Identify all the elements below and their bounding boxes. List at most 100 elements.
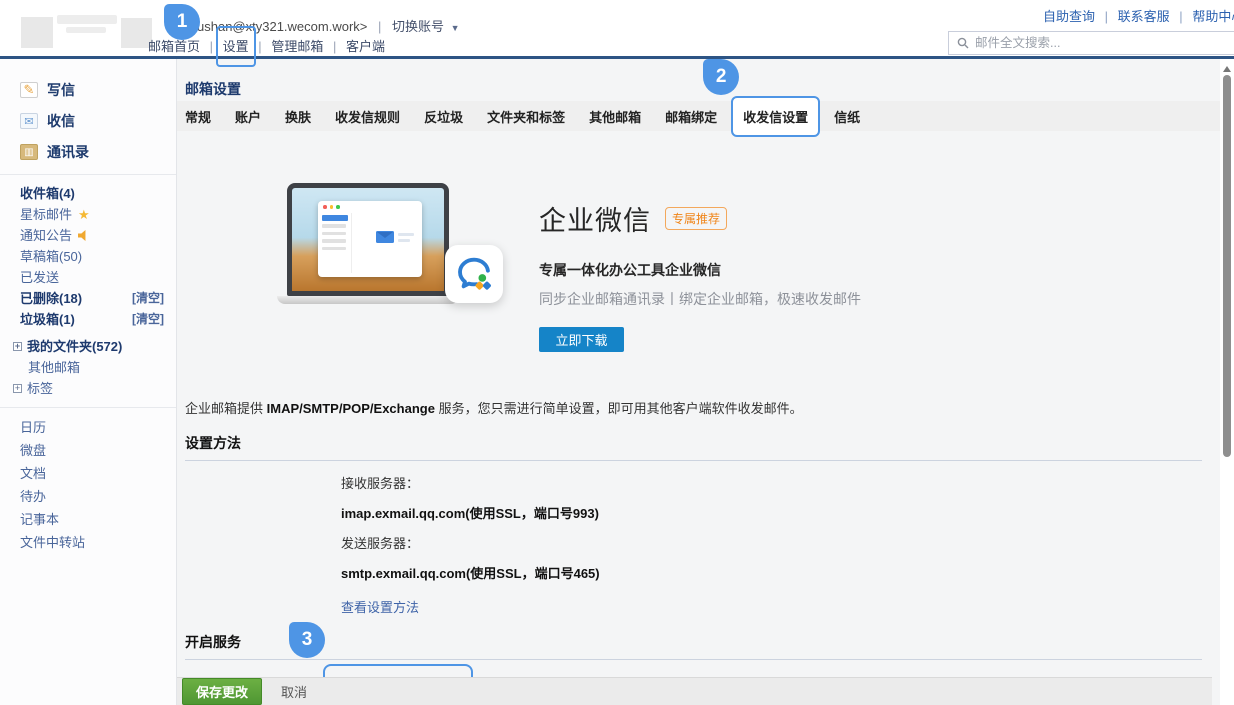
download-button[interactable]: 立即下载 — [539, 327, 624, 352]
nav-client[interactable]: 客户端 — [346, 39, 385, 54]
tab-mailbox-binding[interactable]: 邮箱绑定 — [665, 107, 717, 126]
main-panel: 邮箱设置 常规 账户 换肤 收发信规则 反垃圾 文件夹和标签 其他邮箱 邮箱绑定… — [177, 59, 1220, 705]
tab-folders-tags[interactable]: 文件夹和标签 — [487, 107, 565, 126]
separator: | — [1179, 9, 1182, 24]
tab-stationery[interactable]: 信纸 — [834, 107, 860, 126]
empty-spam-link[interactable]: [清空] — [132, 312, 164, 327]
save-button[interactable]: 保存更改 — [182, 678, 262, 705]
wecom-promo: 企业微信 专属推荐 专属一体化办公工具企业微信 同步企业邮箱通讯录丨绑定企业邮箱… — [277, 183, 1220, 352]
folder-sent[interactable]: 已发送 — [0, 267, 176, 288]
empty-deleted-link[interactable]: [清空] — [132, 291, 164, 306]
tab-send-receive-settings[interactable]: 收发信设置 2 — [731, 96, 820, 137]
settings-tabbar: 常规 账户 换肤 收发信规则 反垃圾 文件夹和标签 其他邮箱 邮箱绑定 收发信设… — [177, 101, 1220, 131]
sidebar-divider — [0, 174, 176, 175]
nav-manage-mailbox[interactable]: 管理邮箱 — [271, 39, 323, 54]
scrollbar — [1220, 59, 1234, 705]
annotation-step-1: 1 — [164, 4, 200, 40]
promo-subtitle: 专属一体化办公工具企业微信 — [539, 260, 861, 280]
header-links: 自助查询 | 联系客服 | 帮助中心 | 退出 — [1043, 6, 1234, 25]
account-line: ushan@xty321.wecom.work> | 切换账号 ▼ — [197, 16, 460, 35]
sidebar-app-docs[interactable]: 文档 — [0, 462, 176, 485]
recommended-badge: 专属推荐 — [665, 207, 727, 230]
folder-deleted[interactable]: 已删除(18) [清空] — [0, 288, 176, 309]
view-setup-link[interactable]: 查看设置方法 — [341, 597, 419, 616]
expand-icon[interactable]: + — [13, 342, 22, 351]
search-icon — [957, 37, 969, 49]
link-help-center[interactable]: 帮助中心 — [1192, 9, 1234, 24]
separator: | — [1105, 9, 1108, 24]
tree-tags[interactable]: + 标签 — [0, 378, 176, 399]
header: ushan@xty321.wecom.work> | 切换账号 ▼ 邮箱首页 |… — [0, 0, 1234, 56]
laptop-screen — [287, 183, 449, 296]
contacts-icon: ▥ — [20, 144, 38, 160]
chevron-down-icon: ▼ — [451, 23, 460, 33]
tab-mail-rules[interactable]: 收发信规则 — [335, 107, 400, 126]
link-contact-support[interactable]: 联系客服 — [1118, 9, 1170, 24]
scroll-up-icon[interactable] — [1223, 66, 1231, 72]
tree-other-mailboxes[interactable]: 其他邮箱 — [0, 357, 176, 378]
folder-starred[interactable]: 星标邮件 ★ — [0, 204, 176, 225]
speaker-icon — [78, 230, 90, 241]
compose-icon: ✎ — [20, 82, 38, 98]
envelope-icon — [376, 231, 394, 243]
sidebar-app-todo[interactable]: 待办 — [0, 485, 176, 508]
sidebar-compose[interactable]: ✎ 写信 — [0, 76, 176, 104]
annotation-step-3: 3 — [289, 622, 325, 658]
sidebar-app-drive[interactable]: 微盘 — [0, 439, 176, 462]
search-input[interactable] — [975, 36, 1234, 50]
sidebar-contacts[interactable]: ▥ 通讯录 — [0, 138, 176, 166]
server-settings: 接收服务器： imap.exmail.qq.com(使用SSL，端口号993) … — [341, 473, 1220, 616]
section-divider — [185, 460, 1202, 461]
tab-other-mailboxes[interactable]: 其他邮箱 — [589, 107, 641, 126]
page-title: 邮箱设置 — [177, 59, 1220, 97]
sidebar-app-notes[interactable]: 记事本 — [0, 508, 176, 531]
section-divider — [185, 659, 1202, 660]
annotation-step-2: 2 — [703, 59, 739, 95]
blurred-text — [66, 27, 106, 33]
folder-announcements[interactable]: 通知公告 — [0, 225, 176, 246]
sidebar-app-calendar[interactable]: 日历 — [0, 416, 176, 439]
tab-general[interactable]: 常规 — [185, 107, 211, 126]
mail-search — [948, 31, 1234, 55]
send-server-value: smtp.exmail.qq.com(使用SSL，端口号465) — [341, 563, 1220, 582]
sidebar: ✎ 写信 ✉ 收信 ▥ 通讯录 收件箱(4) 星标邮件 ★ 通知公告 草稿箱(5… — [0, 59, 177, 705]
service-intro: 企业邮箱提供 IMAP/SMTP/POP/Exchange 服务，您只需进行简单… — [185, 398, 1220, 417]
sidebar-receive-mail[interactable]: ✉ 收信 — [0, 107, 176, 135]
laptop-illustration — [277, 183, 459, 305]
separator: | — [258, 39, 261, 54]
wecom-logo — [445, 245, 503, 303]
tab-account[interactable]: 账户 — [235, 107, 261, 126]
mail-icon: ✉ — [20, 113, 38, 129]
separator: | — [333, 39, 336, 54]
cancel-button[interactable]: 取消 — [281, 682, 307, 701]
tree-my-folders[interactable]: + 我的文件夹(572) — [0, 336, 176, 357]
mail-app-window — [318, 201, 422, 277]
folder-inbox[interactable]: 收件箱(4) — [0, 183, 176, 204]
star-icon: ★ — [78, 207, 90, 222]
nav-settings[interactable]: 设置 — [223, 36, 249, 55]
section-enable-services: 开启服务 — [185, 632, 1220, 652]
separator: | — [210, 39, 213, 54]
scrollbar-thumb[interactable] — [1223, 75, 1231, 457]
laptop-base — [277, 296, 459, 304]
separator: | — [378, 19, 381, 34]
expand-icon[interactable]: + — [13, 384, 22, 393]
folder-drafts[interactable]: 草稿箱(50) — [0, 246, 176, 267]
receive-server-value: imap.exmail.qq.com(使用SSL，端口号993) — [341, 503, 1220, 522]
receive-server-label: 接收服务器： — [341, 473, 1220, 492]
folder-spam[interactable]: 垃圾箱(1) [清空] — [0, 309, 176, 330]
tab-antispam[interactable]: 反垃圾 — [424, 107, 463, 126]
tab-skin[interactable]: 换肤 — [285, 107, 311, 126]
logo-placeholder — [21, 17, 53, 48]
promo-text: 企业微信 专属推荐 专属一体化办公工具企业微信 同步企业邮箱通讯录丨绑定企业邮箱… — [539, 183, 861, 352]
sidebar-divider — [0, 407, 176, 408]
footer-bar: 保存更改 取消 — [177, 677, 1212, 705]
nav-mail-home[interactable]: 邮箱首页 — [148, 39, 200, 54]
send-server-label: 发送服务器： — [341, 533, 1220, 552]
switch-account-link[interactable]: 切换账号 — [392, 19, 444, 34]
link-self-service[interactable]: 自助查询 — [1043, 9, 1095, 24]
account-email: ushan@xty321.wecom.work> — [197, 19, 367, 34]
sidebar-app-file-transfer[interactable]: 文件中转站 — [0, 531, 176, 554]
blurred-text — [57, 15, 117, 24]
section-setup-method: 设置方法 — [185, 433, 1220, 453]
